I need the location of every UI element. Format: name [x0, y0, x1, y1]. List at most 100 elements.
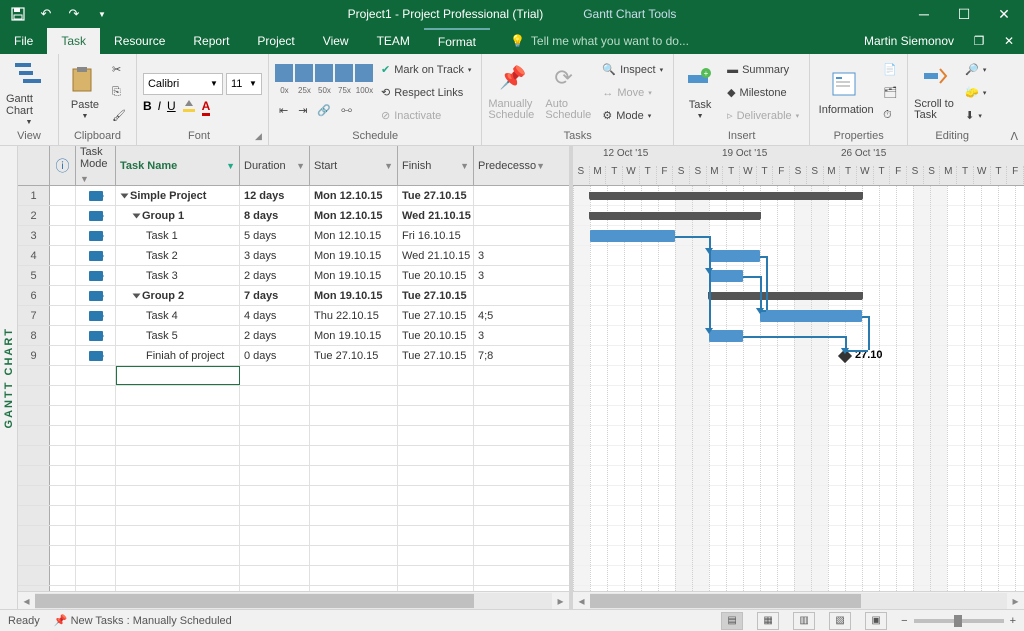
cell-mode[interactable] [76, 206, 116, 225]
row-number[interactable]: 7 [18, 306, 50, 325]
cell-mode[interactable] [76, 346, 116, 365]
view-team-button[interactable]: ▥ [793, 612, 815, 630]
cell-pred[interactable]: 3 [474, 246, 540, 265]
deliverable-button[interactable]: ▹Deliverable▾ [723, 105, 803, 127]
copy-button[interactable]: ⎘ [108, 82, 130, 104]
cell-finish[interactable]: Fri 16.10.15 [398, 226, 474, 245]
task-bar[interactable] [760, 310, 862, 322]
cell-pred[interactable] [474, 286, 540, 305]
tell-me[interactable]: 💡 Tell me what you want to do... [490, 28, 854, 54]
collapse-icon[interactable] [133, 213, 141, 218]
addtimeline-button[interactable]: ⏱ [879, 105, 901, 127]
ribbon-display-button[interactable]: ❐ [964, 28, 994, 54]
cell-info[interactable] [50, 246, 76, 265]
cell-pred[interactable]: 4;5 [474, 306, 540, 325]
header-start[interactable]: Start▼ [310, 146, 398, 185]
zoom-in-button[interactable]: + [1010, 615, 1016, 627]
close-doc-button[interactable]: ✕ [994, 28, 1024, 54]
edit-row[interactable] [18, 366, 569, 386]
cell-start[interactable]: Thu 22.10.15 [310, 306, 398, 325]
fill-button[interactable]: ⬇▾ [961, 105, 990, 127]
cell-start[interactable]: Mon 12.10.15 [310, 186, 398, 205]
cell-finish[interactable]: Wed 21.10.15 [398, 206, 474, 225]
fillcolor-button[interactable] [182, 99, 196, 113]
maximize-button[interactable]: ☐ [944, 0, 984, 28]
cell-info[interactable] [50, 206, 76, 225]
zoom-slider[interactable] [914, 619, 1004, 623]
summary-bar[interactable] [590, 212, 760, 220]
minimize-button[interactable]: ─ [904, 0, 944, 28]
pct25-button[interactable] [295, 64, 313, 82]
table-row[interactable]: 5Task 32 daysMon 19.10.15Tue 20.10.153 [18, 266, 569, 286]
cell-mode[interactable] [76, 306, 116, 325]
mode-button[interactable]: ⚙Mode▾ [598, 105, 667, 127]
scroll-to-task-button[interactable]: Scroll to Task [914, 59, 958, 127]
italic-button[interactable]: I [158, 99, 161, 113]
paste-button[interactable]: Paste▼ [65, 59, 105, 127]
save-icon[interactable] [6, 2, 30, 26]
cell-duration[interactable]: 4 days [240, 306, 310, 325]
tab-file[interactable]: File [0, 28, 47, 54]
pct0-button[interactable] [275, 64, 293, 82]
pct50-button[interactable] [315, 64, 333, 82]
link-button[interactable]: 🔗 [313, 99, 335, 121]
manual-schedule-button[interactable]: 📌 Manually Schedule [488, 59, 542, 127]
table-row[interactable]: 3Task 15 daysMon 12.10.15Fri 16.10.15 [18, 226, 569, 246]
cell-finish[interactable]: Tue 27.10.15 [398, 346, 474, 365]
summary-bar[interactable] [590, 192, 862, 200]
cell-start[interactable]: Mon 12.10.15 [310, 226, 398, 245]
insert-task-button[interactable]: + Task▼ [680, 59, 720, 127]
bold-button[interactable]: B [143, 99, 152, 113]
tab-view[interactable]: View [309, 28, 363, 54]
tab-task[interactable]: Task [47, 28, 100, 54]
table-row[interactable]: 6Group 27 daysMon 19.10.15Tue 27.10.15 [18, 286, 569, 306]
table-row[interactable]: 4Task 23 daysMon 19.10.15Wed 21.10.153 [18, 246, 569, 266]
table-body[interactable]: 1Simple Project12 daysMon 12.10.15Tue 27… [18, 186, 569, 591]
cell-name[interactable]: Simple Project [116, 186, 240, 205]
cell-start[interactable]: Mon 19.10.15 [310, 286, 398, 305]
ganttchart-button[interactable]: Gantt Chart▼ [6, 59, 52, 127]
cell-start[interactable]: Tue 27.10.15 [310, 346, 398, 365]
header-pred[interactable]: Predecesso▼ [474, 146, 540, 185]
collapse-icon[interactable] [133, 293, 141, 298]
table-row[interactable]: 8Task 52 daysMon 19.10.15Tue 20.10.153 [18, 326, 569, 346]
row-number[interactable]: 2 [18, 206, 50, 225]
cell-mode[interactable] [76, 326, 116, 345]
redo-icon[interactable]: ↷ [62, 2, 86, 26]
cell-mode[interactable] [76, 286, 116, 305]
view-gantt-button[interactable]: ▤ [721, 612, 743, 630]
cell-duration[interactable]: 2 days [240, 266, 310, 285]
cell-mode[interactable] [76, 226, 116, 245]
undo-icon[interactable]: ↶ [34, 2, 58, 26]
timescale-header[interactable]: 12 Oct '1519 Oct '1526 Oct '15SMTWTFSSMT… [573, 146, 1024, 186]
table-row[interactable]: 7Task 44 daysThu 22.10.15Tue 27.10.154;5 [18, 306, 569, 326]
status-newtasks[interactable]: 📌 New Tasks : Manually Scheduled [54, 614, 232, 627]
auto-schedule-button[interactable]: ⟳ Auto Schedule [545, 59, 595, 127]
cell-name[interactable]: Group 1 [116, 206, 240, 225]
row-number[interactable]: 1 [18, 186, 50, 205]
cell-info[interactable] [50, 326, 76, 345]
cell-mode[interactable] [76, 246, 116, 265]
cell-duration[interactable]: 8 days [240, 206, 310, 225]
cell-name[interactable]: Task 1 [116, 226, 240, 245]
cell-name[interactable]: Group 2 [116, 286, 240, 305]
cell-duration[interactable]: 7 days [240, 286, 310, 305]
cell-finish[interactable]: Tue 27.10.15 [398, 186, 474, 205]
row-number[interactable]: 8 [18, 326, 50, 345]
markontrack-button[interactable]: ✔Mark on Track▾ [377, 59, 475, 81]
cell-name[interactable]: Finiah of project [116, 346, 240, 365]
header-finish[interactable]: Finish▼ [398, 146, 474, 185]
notes-button[interactable]: 📄 [879, 59, 901, 81]
tab-resource[interactable]: Resource [100, 28, 179, 54]
header-info[interactable]: ⓘ [50, 146, 76, 185]
cell-pred[interactable]: 3 [474, 266, 540, 285]
cell-name[interactable]: Task 3 [116, 266, 240, 285]
cell-duration[interactable]: 2 days [240, 326, 310, 345]
unlink-button[interactable]: ⧟ [337, 99, 356, 121]
user-name[interactable]: Martin Siemonov [854, 28, 964, 54]
cell-start[interactable]: Mon 19.10.15 [310, 326, 398, 345]
cell-pred[interactable] [474, 226, 540, 245]
cell-info[interactable] [50, 286, 76, 305]
cell-pred[interactable]: 7;8 [474, 346, 540, 365]
tab-project[interactable]: Project [243, 28, 308, 54]
